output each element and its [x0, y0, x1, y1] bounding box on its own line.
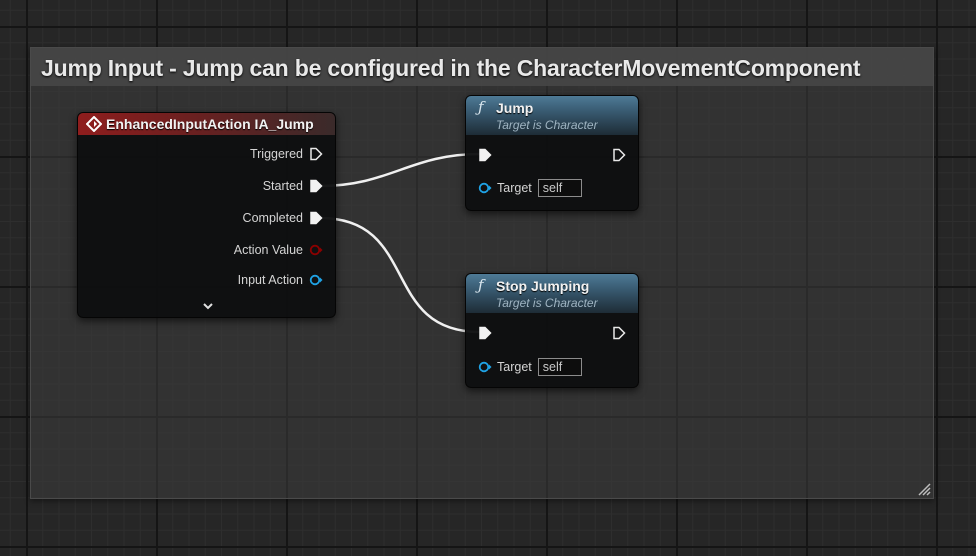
- bool-pin-action-value-icon[interactable]: [309, 243, 323, 257]
- jump-target-row[interactable]: Target self: [478, 178, 582, 198]
- stop-jumping-exec-out-icon[interactable]: [612, 326, 626, 340]
- stop-jumping-target-input[interactable]: self: [537, 358, 582, 376]
- stop-jumping-target-row[interactable]: Target self: [478, 357, 582, 377]
- pin-row-action-value[interactable]: Action Value: [234, 241, 323, 259]
- jump-node-subtitle: Target is Character: [496, 118, 598, 132]
- event-node-header[interactable]: EnhancedInputAction IA_Jump: [78, 113, 335, 135]
- jump-target-input[interactable]: self: [537, 179, 582, 197]
- exec-pin-started-icon[interactable]: [309, 179, 323, 193]
- comment-title[interactable]: Jump Input - Jump can be configured in t…: [41, 55, 861, 82]
- pin-label-input-action: Input Action: [237, 273, 303, 287]
- jump-exec-out-icon[interactable]: [612, 148, 626, 162]
- exec-pin-triggered-icon[interactable]: [309, 147, 323, 161]
- stop-jumping-target-label: Target: [497, 360, 532, 374]
- pin-label-action-value: Action Value: [233, 243, 303, 257]
- jump-node-header[interactable]: ƒ Jump Target is Character: [466, 96, 638, 135]
- pin-label-started: Started: [262, 179, 303, 193]
- object-pin-input-action-icon[interactable]: [309, 273, 323, 287]
- pin-row-started[interactable]: Started: [263, 177, 323, 195]
- function-icon: ƒ: [478, 98, 484, 116]
- pin-row-input-action[interactable]: Input Action: [238, 271, 323, 289]
- jump-node-title: Jump: [496, 100, 534, 116]
- stop-jumping-node-title: Stop Jumping: [496, 278, 590, 294]
- event-diamond-icon: [86, 116, 102, 132]
- resize-grip-icon[interactable]: [917, 482, 931, 496]
- function-icon: ƒ: [478, 276, 484, 294]
- jump-exec-in-icon[interactable]: [478, 148, 492, 162]
- jump-target-pin-icon[interactable]: [478, 181, 492, 195]
- event-node-ia-jump[interactable]: EnhancedInputAction IA_Jump Triggered St…: [77, 112, 336, 318]
- stop-jumping-exec-in-icon[interactable]: [478, 326, 492, 340]
- pin-row-completed[interactable]: Completed: [243, 209, 323, 227]
- exec-pin-completed-icon[interactable]: [309, 211, 323, 225]
- pin-label-triggered: Triggered: [249, 147, 303, 161]
- stop-jumping-node-header[interactable]: ƒ Stop Jumping Target is Character: [466, 274, 638, 313]
- pin-row-triggered[interactable]: Triggered: [250, 145, 323, 163]
- pin-label-completed: Completed: [242, 211, 303, 225]
- jump-target-label: Target: [497, 181, 532, 195]
- function-node-jump[interactable]: ƒ Jump Target is Character Target self: [465, 95, 639, 211]
- stop-jumping-target-pin-icon[interactable]: [478, 360, 492, 374]
- comment-header[interactable]: Jump Input - Jump can be configured in t…: [31, 48, 933, 86]
- chevron-down-icon[interactable]: [202, 300, 214, 312]
- stop-jumping-node-subtitle: Target is Character: [496, 296, 598, 310]
- function-node-stop-jumping[interactable]: ƒ Stop Jumping Target is Character Targe…: [465, 273, 639, 388]
- blueprint-graph[interactable]: Jump Input - Jump can be configured in t…: [0, 0, 976, 556]
- event-node-title: EnhancedInputAction IA_Jump: [106, 116, 314, 132]
